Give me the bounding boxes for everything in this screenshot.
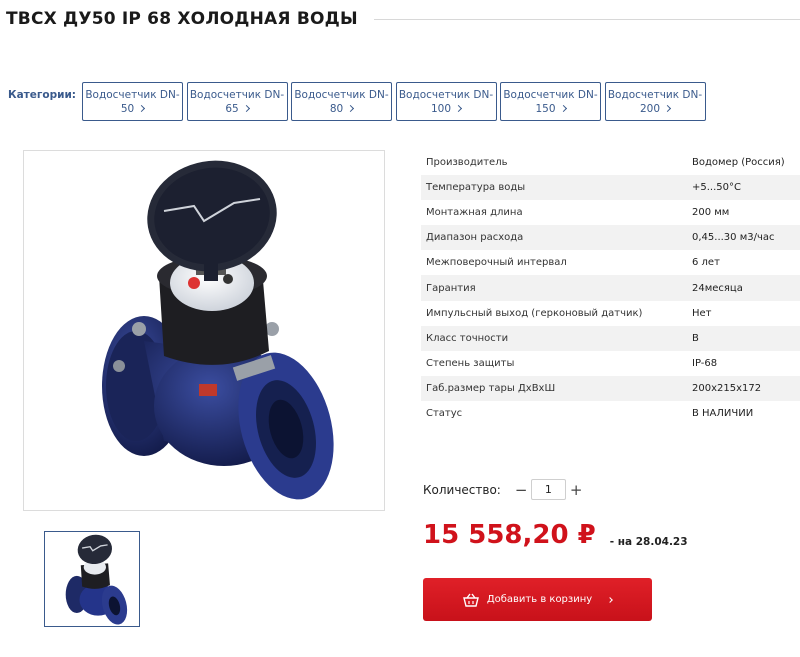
spec-key: Монтажная длина <box>426 207 523 219</box>
category-bar: Категории: Водосчетчик DN- 50 Водосчетчи… <box>8 82 709 121</box>
category-dn80-button[interactable]: Водосчетчик DN- 80 <box>291 82 392 121</box>
spec-key: Гарантия <box>426 282 476 294</box>
chevron-right-icon <box>454 104 463 113</box>
spec-value: 200 мм <box>692 207 730 219</box>
spec-key: Импульсный выход (герконовый датчик) <box>426 307 643 319</box>
spec-row: Импульсный выход (герконовый датчик) Нет <box>421 301 800 326</box>
spec-row: Межповерочный интервал 6 лет <box>421 250 800 275</box>
price-amount: 15 558,20 ₽ <box>423 520 596 550</box>
category-size: 50 <box>120 102 135 115</box>
spec-row: Степень защиты IP-68 <box>421 351 800 376</box>
spec-value: В НАЛИЧИИ <box>692 407 754 419</box>
category-label: Водосчетчик DN- <box>607 88 703 101</box>
chevron-right-icon <box>347 104 355 113</box>
category-dn200-button[interactable]: Водосчетчик DN- 200 <box>604 82 706 121</box>
spec-row: Температура воды +5...50°С <box>421 175 800 201</box>
category-dn50-button[interactable]: Водосчетчик DN- 50 <box>82 82 183 121</box>
spec-row: Гарантия 24месяца <box>421 275 800 301</box>
product-thumbnail[interactable] <box>44 531 140 627</box>
spec-value: 24месяца <box>692 282 743 294</box>
category-dn100-button[interactable]: Водосчетчик DN- 100 <box>395 82 497 121</box>
category-label: Водосчетчик DN- <box>398 88 494 101</box>
chevron-right-icon <box>242 104 250 113</box>
categories-label: Категории: <box>8 89 77 101</box>
quantity-input[interactable] <box>530 479 566 500</box>
spec-key: Габ.размер тары ДхВхШ <box>426 382 556 394</box>
category-dn65-button[interactable]: Водосчетчик DN- 65 <box>186 82 288 121</box>
water-meter-image <box>102 160 334 500</box>
spec-value: 200х215х172 <box>692 382 762 394</box>
category-size: 200 <box>639 102 661 115</box>
spec-key: Производитель <box>426 157 508 169</box>
spec-key: Диапазон расхода <box>426 232 524 244</box>
quantity-stepper: Количество: − + <box>423 479 582 500</box>
price-row: 15 558,20 ₽ - на 28.04.23 <box>423 520 688 550</box>
spec-row: Монтажная длина 200 мм <box>421 200 800 225</box>
spec-value: Нет <box>692 307 712 319</box>
specs-table: Производитель Водомер (Россия) Температур… <box>421 150 800 426</box>
spec-row: Габ.размер тары ДхВхШ 200х215х172 <box>421 375 800 401</box>
chevron-right-icon <box>138 104 146 113</box>
spec-key: Степень защиты <box>426 357 515 369</box>
product-main-image[interactable] <box>23 150 385 511</box>
spec-row: Производитель Водомер (Россия) <box>421 150 800 175</box>
category-size: 100 <box>430 102 452 115</box>
spec-value: 6 лет <box>692 257 720 269</box>
spec-key: Межповерочный интервал <box>426 257 567 269</box>
category-dn150-button[interactable]: Водосчетчик DN- 150 <box>500 82 601 121</box>
page-title: ТВСХ ДУ50 IP 68 ХОЛОДНАЯ ВОДЫ <box>6 9 358 29</box>
category-label: Водосчетчик DN- <box>294 88 389 101</box>
spec-value: IP-68 <box>692 357 718 369</box>
chevron-right-icon <box>559 104 567 113</box>
price-date: - на 28.04.23 <box>609 536 688 548</box>
spec-row: Статус В НАЛИЧИИ <box>421 401 800 426</box>
category-label: Водосчетчик DN- <box>189 88 285 101</box>
water-meter-thumbnail-image <box>65 534 128 625</box>
spec-row: Класс точности В <box>421 325 800 351</box>
title-divider <box>373 18 800 20</box>
category-label: Водосчетчик DN- <box>85 88 180 101</box>
basket-icon <box>462 593 479 607</box>
spec-value: Водомер (Россия) <box>692 157 785 169</box>
chevron-right-icon <box>607 596 614 603</box>
add-to-cart-label: Добавить в корзину <box>486 594 593 605</box>
quantity-increase-button[interactable]: + <box>570 482 583 497</box>
spec-row: Диапазон расхода 0,45...30 м3/час <box>421 225 800 251</box>
spec-key: Класс точности <box>426 332 509 344</box>
title-row: ТВСХ ДУ50 IP 68 ХОЛОДНАЯ ВОДЫ <box>6 8 800 30</box>
quantity-decrease-button[interactable]: − <box>515 482 528 497</box>
spec-value: +5...50°С <box>692 182 741 194</box>
add-to-cart-button[interactable]: Добавить в корзину <box>423 578 652 621</box>
category-size: 65 <box>225 102 239 115</box>
spec-value: В <box>692 332 699 344</box>
category-size: 150 <box>535 102 556 115</box>
category-size: 80 <box>329 102 344 115</box>
chevron-right-icon <box>663 104 672 113</box>
category-label: Водосчетчик DN- <box>503 88 598 101</box>
spec-key: Температура воды <box>426 182 526 194</box>
quantity-label: Количество: <box>423 482 501 497</box>
spec-key: Статус <box>426 407 463 419</box>
spec-value: 0,45...30 м3/час <box>692 232 775 244</box>
